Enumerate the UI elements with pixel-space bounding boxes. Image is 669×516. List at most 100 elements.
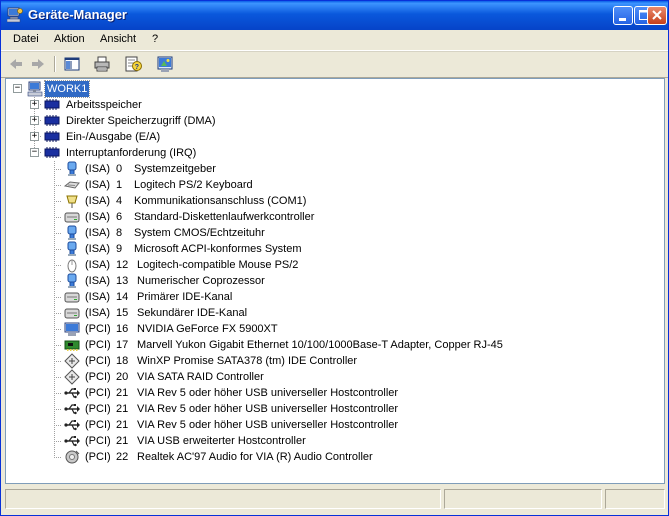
tree-line xyxy=(54,281,62,282)
tree-root-row[interactable]: − WORK1 xyxy=(6,80,306,98)
toolbar: ? xyxy=(1,51,668,78)
console-tree-icon xyxy=(64,57,80,71)
expand-toggle[interactable]: + xyxy=(30,116,39,125)
device-name[interactable]: Marvell Yukon Gigabit Ethernet 10/100/10… xyxy=(137,337,503,353)
collapse-toggle[interactable]: − xyxy=(30,148,39,157)
back-button[interactable] xyxy=(7,55,25,73)
tree-line xyxy=(54,233,62,234)
device-name[interactable]: VIA USB erweiterter Hostcontroller xyxy=(137,433,306,449)
printer-icon xyxy=(94,56,110,72)
device-name[interactable]: Realtek AC'97 Audio for VIA (R) Audio Co… xyxy=(137,449,373,465)
title-bar[interactable]: Geräte-Manager xyxy=(1,1,668,30)
device-name[interactable]: System CMOS/Echtzeituhr xyxy=(134,225,265,241)
device-name[interactable]: Kommunikationsanschluss (COM1) xyxy=(134,193,306,209)
menu-ansicht[interactable]: Ansicht xyxy=(100,33,136,45)
device-name[interactable]: Standard-Diskettenlaufwerkcontroller xyxy=(134,209,314,225)
bus-type: (ISA) xyxy=(85,259,111,271)
irq-number: 12 xyxy=(116,259,129,271)
collapse-toggle[interactable]: − xyxy=(13,84,22,93)
menu-datei[interactable]: Datei xyxy=(13,33,39,45)
mouse-icon xyxy=(67,259,77,273)
irq-device-row[interactable]: (ISA) 12 Logitech-compatible Mouse PS/2 xyxy=(6,257,656,273)
tree-line xyxy=(54,409,62,410)
device-name[interactable]: Numerischer Coprozessor xyxy=(137,273,265,289)
close-button[interactable] xyxy=(647,6,667,25)
irq-device-row[interactable]: (PCI) 22 Realtek AC'97 Audio for VIA (R) A… xyxy=(6,449,656,465)
plus-icon: + xyxy=(31,115,38,125)
print-button[interactable] xyxy=(93,55,111,73)
show-hide-tree-button[interactable] xyxy=(63,55,81,73)
bus-type: (ISA) xyxy=(85,163,111,175)
usb-icon xyxy=(64,436,80,447)
menu-aktion[interactable]: Aktion xyxy=(54,33,85,45)
irq-device-row[interactable]: (PCI) 21 VIA Rev 5 oder höher USB universe… xyxy=(6,385,656,401)
device-name[interactable]: VIA Rev 5 oder höher USB universeller Ho… xyxy=(137,401,398,417)
computer-name[interactable]: WORK1 xyxy=(43,80,91,98)
minimize-button[interactable] xyxy=(613,6,633,25)
irq-device-row[interactable]: (ISA) 13 Numerischer Coprozessor xyxy=(6,273,656,289)
device-name[interactable]: Sekundärer IDE-Kanal xyxy=(137,305,247,321)
device-manager-icon xyxy=(7,7,23,23)
forward-button[interactable] xyxy=(29,55,47,73)
device-name[interactable]: VIA Rev 5 oder höher USB universeller Ho… xyxy=(137,385,398,401)
irq-device-row[interactable]: (ISA) 9 Microsoft ACPI-konformes System xyxy=(6,241,656,257)
irq-device-row[interactable]: (ISA) 4 Kommunikationsanschluss (COM1) xyxy=(6,193,656,209)
irq-device-row[interactable]: (PCI) 21 VIA Rev 5 oder höher USB universe… xyxy=(6,401,656,417)
category-label[interactable]: Interruptanforderung (IRQ) xyxy=(64,145,198,161)
status-pane-grip xyxy=(605,489,665,509)
close-icon xyxy=(652,10,662,20)
tree-line xyxy=(54,217,62,218)
scan-hardware-button[interactable] xyxy=(156,55,174,73)
device-name[interactable]: Primärer IDE-Kanal xyxy=(137,289,232,305)
irq-device-row[interactable]: (ISA) 6 Standard-Diskettenlaufwerkcontroll… xyxy=(6,209,656,225)
device-name[interactable]: Logitech PS/2 Keyboard xyxy=(134,177,253,193)
minus-icon: − xyxy=(14,83,21,93)
device-name[interactable]: VIA Rev 5 oder höher USB universeller Ho… xyxy=(137,417,398,433)
expand-toggle[interactable]: + xyxy=(30,100,39,109)
irq-device-row[interactable]: (ISA) 0 Systemzeitgeber xyxy=(6,161,656,177)
status-pane-main xyxy=(5,489,441,509)
system-device-icon xyxy=(67,273,77,288)
device-name[interactable]: WinXP Promise SATA378 (tm) IDE Controlle… xyxy=(137,353,357,369)
irq-device-row[interactable]: (PCI) 21 VIA Rev 5 oder höher USB universe… xyxy=(6,417,656,433)
menu-help[interactable]: ? xyxy=(152,33,158,45)
irq-device-row[interactable]: (ISA) 14 Primärer IDE-Kanal xyxy=(6,289,656,305)
device-name[interactable]: Microsoft ACPI-konformes System xyxy=(134,241,302,257)
category-label[interactable]: Direkter Speicherzugriff (DMA) xyxy=(64,113,218,129)
irq-device-row[interactable]: (ISA) 15 Sekundärer IDE-Kanal xyxy=(6,305,656,321)
bus-type: (PCI) xyxy=(85,435,111,447)
category-row[interactable]: + Arbeitsspeicher xyxy=(6,97,406,113)
device-tree[interactable]: − WORK1 + Arbeitsspeicher + Direkter Spe… xyxy=(5,78,665,484)
device-name[interactable]: VIA SATA RAID Controller xyxy=(137,369,264,385)
irq-device-row[interactable]: (PCI) 18 WinXP Promise SATA378 (tm) IDE Co… xyxy=(6,353,656,369)
help-properties-icon: ? xyxy=(125,56,142,72)
irq-device-row[interactable]: (PCI) 16 NVIDIA GeForce FX 5900XT xyxy=(6,321,656,337)
irq-number: 22 xyxy=(116,451,129,463)
irq-device-row[interactable]: (ISA) 1 Logitech PS/2 Keyboard xyxy=(6,177,656,193)
tree-line xyxy=(54,457,62,458)
device-name[interactable]: Systemzeitgeber xyxy=(134,161,216,177)
tree-line xyxy=(54,393,62,394)
properties-help-button[interactable]: ? xyxy=(124,55,142,73)
network-adapter-icon xyxy=(64,340,80,351)
category-label[interactable]: Arbeitsspeicher xyxy=(64,97,144,113)
irq-device-row[interactable]: (PCI) 17 Marvell Yukon Gigabit Ethernet 10… xyxy=(6,337,656,353)
menu-bar: Datei Aktion Ansicht ? xyxy=(1,30,668,51)
irq-number: 21 xyxy=(116,419,129,431)
category-row[interactable]: + Ein-/Ausgabe (E/A) xyxy=(6,129,406,145)
port-icon xyxy=(66,195,78,208)
category-label[interactable]: Ein-/Ausgabe (E/A) xyxy=(64,129,162,145)
irq-device-row[interactable]: (PCI) 20 VIA SATA RAID Controller xyxy=(6,369,656,385)
category-row[interactable]: − Interruptanforderung (IRQ) xyxy=(6,145,406,161)
bus-type: (ISA) xyxy=(85,275,111,287)
device-name[interactable]: NVIDIA GeForce FX 5900XT xyxy=(137,321,278,337)
category-row[interactable]: + Direkter Speicherzugriff (DMA) xyxy=(6,113,406,129)
display-adapter-icon xyxy=(64,322,80,336)
forward-arrow-icon xyxy=(32,59,44,69)
svg-text:?: ? xyxy=(135,64,139,71)
expand-toggle[interactable]: + xyxy=(30,132,39,141)
bus-type: (PCI) xyxy=(85,339,111,351)
device-name[interactable]: Logitech-compatible Mouse PS/2 xyxy=(137,257,298,273)
irq-device-row[interactable]: (PCI) 21 VIA USB erweiterter Hostcontrolle… xyxy=(6,433,656,449)
irq-device-row[interactable]: (ISA) 8 System CMOS/Echtzeituhr xyxy=(6,225,656,241)
